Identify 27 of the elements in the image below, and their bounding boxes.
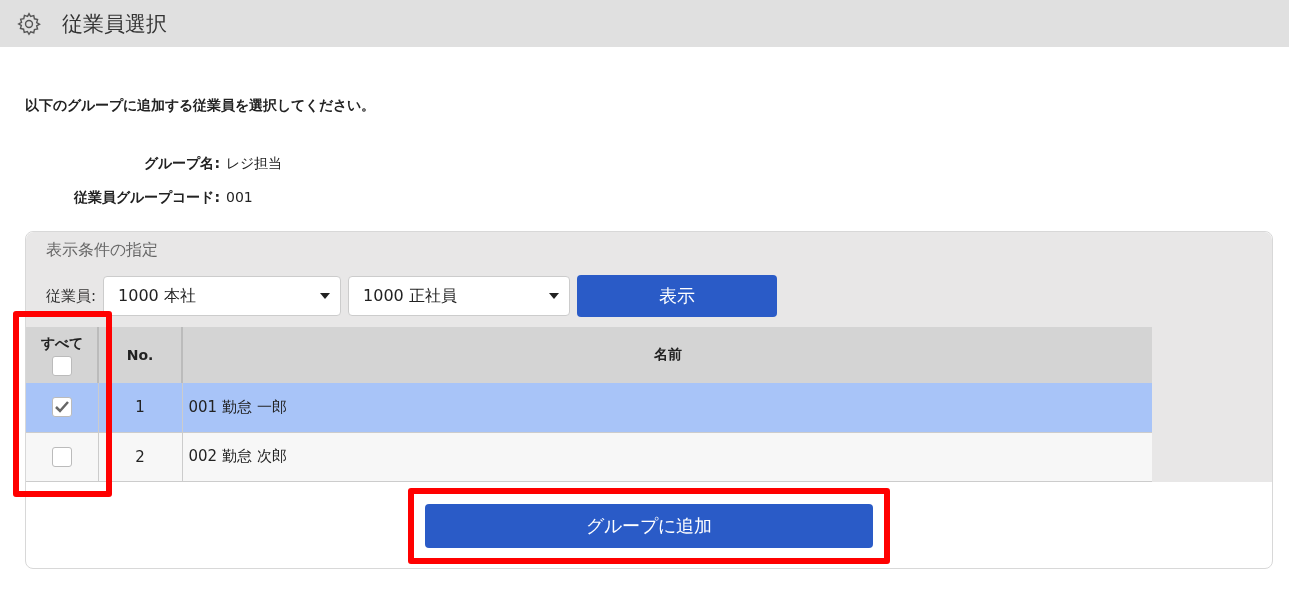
field-value: レジ担当 (226, 155, 283, 173)
dropdown[interactable]: 1000 本社 (103, 276, 342, 316)
select-all-label: すべて (40, 334, 83, 353)
table-cell: 001 勤怠 一郎 (182, 383, 1152, 432)
field-value: 001 (226, 189, 254, 207)
filter-label: 従業員: (46, 286, 97, 306)
check-icon (54, 401, 69, 414)
page-title: 従業員選択 (62, 10, 167, 38)
checkbox[interactable] (51, 446, 72, 467)
table-cell: 002 勤怠 次郎 (182, 432, 1152, 481)
field-label: 従業員グループコード: (73, 189, 220, 207)
checkbox[interactable] (51, 397, 72, 418)
instruction-text: 以下のグループに追加する従業員を選択してください。 (25, 97, 376, 115)
field-label: グループ名: (143, 155, 220, 173)
table-row[interactable]: 2 002 勤怠 次郎 (26, 432, 1152, 481)
show-button[interactable]: 表示 (577, 275, 778, 317)
checkbox[interactable] (51, 355, 72, 376)
table-row[interactable]: 1 001 勤怠 一郎 (26, 383, 1152, 432)
add-to-group-button[interactable]: グループに追加 (425, 503, 873, 548)
gear-icon (16, 10, 42, 37)
dropdown[interactable]: 1000 正社員 (348, 276, 571, 316)
caret-icon (549, 293, 560, 299)
panel-title: 表示条件の指定 (45, 240, 159, 261)
column-header: 名前 (182, 327, 1152, 383)
caret-icon (320, 293, 331, 299)
table-cell: 1 (98, 383, 182, 432)
column-header: No. (98, 327, 182, 383)
